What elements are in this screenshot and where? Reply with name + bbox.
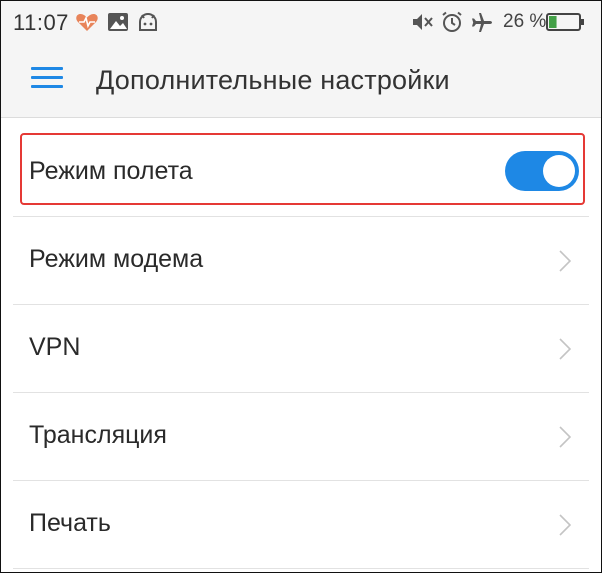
battery-fill [549, 16, 557, 28]
setting-label: Печать [29, 509, 111, 537]
chevron-right-icon [559, 514, 571, 536]
android-icon [139, 13, 157, 31]
phone-screen: 11:07 26 % Дополнительные настройки Режи… [0, 0, 602, 573]
chevron-right-icon [559, 338, 571, 360]
toggle-knob [543, 155, 575, 187]
setting-broadcast[interactable]: Трансляция [13, 393, 589, 481]
heart-rate-icon [76, 14, 98, 31]
airplane-mode-toggle[interactable] [505, 151, 579, 191]
chevron-right-icon [559, 426, 571, 448]
setting-label: Режим полета [29, 157, 193, 185]
page-title: Дополнительные настройки [96, 65, 450, 95]
setting-label: Трансляция [29, 421, 167, 449]
status-bar: 11:07 26 % [1, 1, 601, 45]
mute-icon [413, 14, 433, 30]
setting-print[interactable]: Печать [13, 481, 589, 569]
setting-label: Режим модема [29, 245, 204, 273]
chevron-right-icon [559, 250, 571, 272]
app-header: Дополнительные настройки [1, 45, 601, 118]
battery-icon [546, 13, 584, 31]
hamburger-menu-icon[interactable] [31, 67, 63, 93]
airplane-icon [472, 13, 492, 32]
alarm-icon [442, 11, 462, 32]
setting-modem-mode[interactable]: Режим модема [13, 217, 589, 305]
settings-list: Режим полета Режим модема VPN Трансляция [1, 129, 601, 569]
battery-percent: 26 % [503, 11, 547, 32]
setting-label: VPN [29, 333, 81, 361]
status-time: 11:07 [13, 10, 69, 35]
setting-airplane-mode[interactable]: Режим полета [13, 129, 589, 217]
image-icon [108, 13, 128, 31]
setting-vpn[interactable]: VPN [13, 305, 589, 393]
